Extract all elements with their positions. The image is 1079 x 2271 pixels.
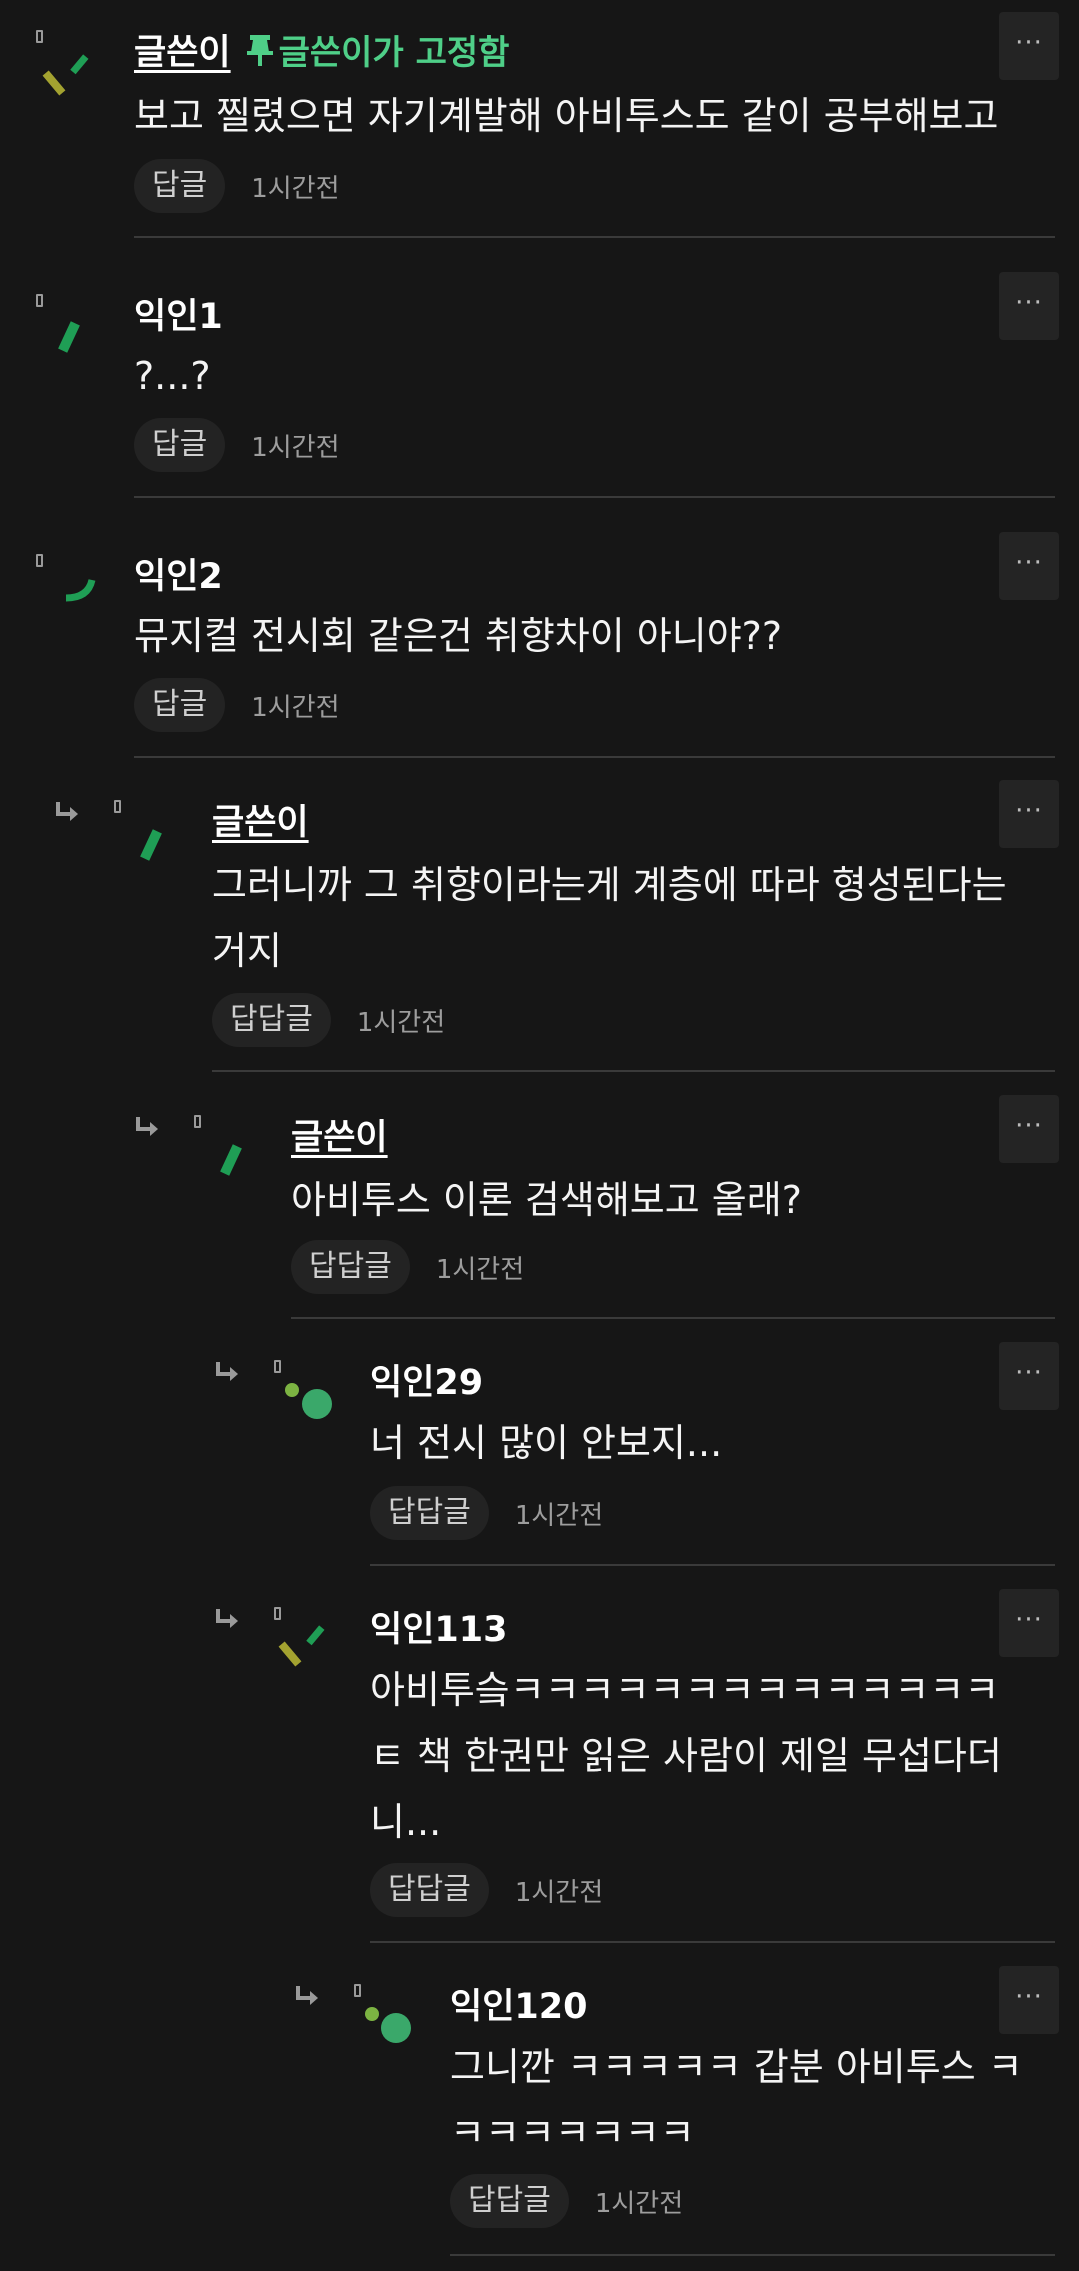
avatar-confetti-icon (278, 1625, 325, 1667)
comment: 익인120 그니깐 ㅋㅋㅋㅋㅋ 갑분 아비투스 ㅋ ㅋㅋㅋㅋㅋㅋㅋ 답답글 1시… (0, 1966, 1079, 2271)
avatar[interactable] (32, 294, 112, 384)
avatar-dots-icon (285, 1383, 332, 1419)
reply-arrow-icon (216, 1362, 238, 1381)
more-options-button[interactable]: ··· (999, 272, 1059, 340)
avatar[interactable] (190, 1115, 270, 1205)
divider (370, 1564, 1055, 1566)
reply-button[interactable]: 답답글 (450, 2174, 569, 2228)
timestamp: 1시간전 (594, 2188, 684, 2219)
avatar[interactable] (110, 800, 190, 890)
more-options-button[interactable]: ··· (999, 1342, 1059, 1410)
author-name[interactable]: 익인1 (134, 288, 223, 339)
timestamp: 1시간전 (514, 1877, 604, 1908)
comment: 글쓴이 글쓴이가 고정함 보고 찔렸으면 자기계발해 아비투스도 같이 공부해보… (0, 0, 1079, 240)
comment-text: ?...? (134, 354, 211, 398)
more-options-button[interactable]: ··· (999, 780, 1059, 848)
more-options-button[interactable]: ··· (999, 1095, 1059, 1163)
avatar-confetti-icon (42, 54, 89, 96)
timestamp: 1시간전 (514, 1500, 604, 1531)
divider (291, 1317, 1055, 1319)
author-name[interactable]: 글쓴이 (291, 1109, 388, 1160)
divider (450, 2254, 1055, 2256)
author-name[interactable]: 글쓴이 (212, 794, 309, 845)
avatar-confetti-icon (140, 829, 162, 861)
more-options-button[interactable]: ··· (999, 1966, 1059, 2034)
pinned-label: 글쓴이가 고정함 (245, 25, 510, 74)
comment-text: 그러니까 그 취향이라는게 계층에 따라 형성된다는 거지 (212, 863, 1007, 973)
avatar-confetti-icon (65, 579, 96, 602)
comment-text: 뮤지컬 전시회 같은건 취향차이 아니야?? (134, 614, 783, 658)
reply-button[interactable]: 답글 (134, 159, 226, 213)
comment: 글쓴이 아비투스 이론 검색해보고 올래? 답답글 1시간전 ··· (0, 1095, 1079, 1320)
comment-text: 너 전시 많이 안보지... (370, 1421, 723, 1465)
timestamp: 1시간전 (251, 692, 340, 723)
reply-arrow-icon (216, 1609, 238, 1628)
reply-button[interactable]: 답글 (134, 418, 226, 472)
more-options-button[interactable]: ··· (999, 12, 1059, 80)
author-name[interactable]: 익인120 (450, 1978, 587, 2029)
avatar[interactable] (350, 1984, 430, 2074)
avatar[interactable] (32, 30, 112, 120)
comment: 익인113 아비투슼ㅋㅋㅋㅋㅋㅋㅋㅋㅋㅋㅋㅋㅋㅋ ㅌ 책 한권만 읽은 사람이 … (0, 1589, 1079, 1944)
comment-text: 아비투슼ㅋㅋㅋㅋㅋㅋㅋㅋㅋㅋㅋㅋㅋㅋ ㅌ 책 한권만 읽은 사람이 제일 무섭다… (370, 1668, 1002, 1844)
author-name[interactable]: 익인29 (370, 1354, 483, 1405)
avatar[interactable] (270, 1360, 350, 1450)
reply-button[interactable]: 답답글 (291, 1240, 410, 1294)
reply-button[interactable]: 답답글 (370, 1486, 489, 1540)
avatar-confetti-icon (58, 321, 80, 353)
divider (370, 1941, 1055, 1943)
divider (212, 1070, 1055, 1072)
more-options-button[interactable]: ··· (999, 1589, 1059, 1657)
avatar[interactable] (270, 1607, 350, 1697)
comment: 익인1 ?...? 답글 1시간전 ··· (0, 260, 1079, 500)
avatar[interactable] (32, 554, 112, 644)
more-options-button[interactable]: ··· (999, 532, 1059, 600)
timestamp: 1시간전 (435, 1254, 525, 1285)
timestamp: 1시간전 (356, 1007, 446, 1038)
comment-text: 그니깐 ㅋㅋㅋㅋㅋ 갑분 아비투스 ㅋ ㅋㅋㅋㅋㅋㅋㅋ (450, 2045, 1023, 2155)
reply-arrow-icon (136, 1117, 158, 1136)
reply-button[interactable]: 답답글 (370, 1863, 489, 1917)
comment-text: 보고 찔렸으면 자기계발해 아비투스도 같이 공부해보고 (134, 94, 999, 138)
author-name[interactable]: 글쓴이 (134, 24, 231, 75)
author-name[interactable]: 익인2 (134, 548, 223, 599)
comment: 글쓴이 그러니까 그 취향이라는게 계층에 따라 형성된다는 거지 답답글 1시… (0, 780, 1079, 1075)
reply-button[interactable]: 답글 (134, 678, 226, 732)
author-name[interactable]: 익인113 (370, 1601, 507, 1652)
divider (134, 496, 1055, 498)
avatar-dots-icon (365, 2007, 411, 2043)
pinned-text: 글쓴이가 고정함 (278, 33, 510, 73)
avatar-confetti-icon (220, 1144, 242, 1176)
divider (134, 236, 1055, 238)
comment: 익인2 뮤지컬 전시회 같은건 취향차이 아니야?? 답글 1시간전 ··· (0, 520, 1079, 760)
reply-button[interactable]: 답답글 (212, 993, 331, 1047)
comment-text: 아비투스 이론 검색해보고 올래? (291, 1178, 802, 1222)
divider (134, 756, 1055, 758)
timestamp: 1시간전 (251, 173, 340, 204)
reply-arrow-icon (56, 802, 78, 821)
comment: 익인29 너 전시 많이 안보지... 답답글 1시간전 ··· (0, 1342, 1079, 1567)
timestamp: 1시간전 (251, 432, 340, 463)
reply-arrow-icon (296, 1986, 318, 2005)
pin-icon (246, 34, 273, 66)
